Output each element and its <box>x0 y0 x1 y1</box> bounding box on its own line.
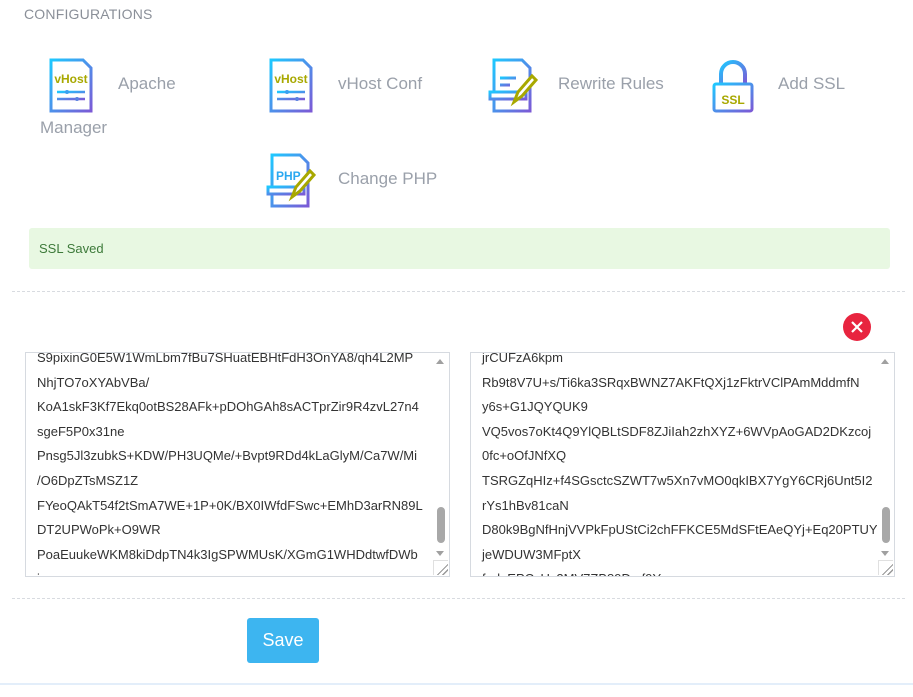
item-label: vHost Conf <box>338 74 423 93</box>
resize-handle[interactable] <box>878 560 893 575</box>
private-key-textarea[interactable]: jrCUFzA6kpm Rb9t8V7U+s/Ti6ka3SRqxBWNZ7AKF… <box>470 352 895 577</box>
text-line: FYeoQAkT54f2tSmA7WE+1P+0K/BX0IWfdFSwc+EM… <box>37 497 423 513</box>
save-button[interactable]: Save <box>247 618 319 663</box>
success-alert: SSL Saved <box>29 228 890 269</box>
vhost-file-icon: vHost <box>49 58 93 113</box>
footer-border <box>0 683 913 685</box>
padlock-icon: SSL <box>712 60 754 113</box>
document-edit-icon <box>488 58 538 113</box>
text-line: /O6DpZTsMSZ1Z <box>37 472 139 488</box>
item-label: Change PHP <box>338 169 438 188</box>
svg-text:SSL: SSL <box>721 93 744 107</box>
text-line: DT2UPWoPk+O9WR <box>37 522 161 538</box>
text-line: fgdpEPCvUv2MV7ZB89Dmf9Y= <box>482 567 872 576</box>
close-button[interactable] <box>843 313 871 341</box>
text-line: rYs1hBv81caN <box>482 497 569 513</box>
text-line: PoaEuukeWKM8kiDdpTN4k3IgSPWMUsK/XGmG1WHD… <box>37 546 418 562</box>
item-label: Apache <box>118 74 176 93</box>
item-label: Add SSL <box>778 74 846 93</box>
item-label: Manager <box>40 118 108 137</box>
text-line: Rb9t8V7U+s/Ti6ka3SRqxBWNZ7AKFtQXj1zFktrV… <box>482 374 860 390</box>
text-line: y6s+G1JQYQUK9 <box>482 399 588 415</box>
php-file-edit-icon: PHP <box>266 153 316 208</box>
text-line: TSRGZqHIz+f4SGsctcSZWT7w5Xn7vMO0qkIBX7Yg… <box>482 472 873 488</box>
divider <box>12 598 905 599</box>
scrollbar[interactable] <box>877 353 894 576</box>
svg-text:PHP: PHP <box>276 169 301 183</box>
text-line: 0fc+oOfJNfXQ <box>482 448 567 464</box>
text-line: Pnsg5Jl3zubkS+KDW/PH3UQMe/+Bvpt9RDd4kLaG… <box>37 448 418 464</box>
resize-handle[interactable] <box>433 560 448 575</box>
vhost-file-icon: vHost <box>269 58 313 113</box>
text-line: NhjTO7oXYAbVBa/ <box>37 374 150 390</box>
scrollbar[interactable] <box>432 353 449 576</box>
text-line: S9pixinG0E5W1WmLbm7fBu7SHuatEBHtFdH3OnYA… <box>37 352 414 365</box>
svg-text:vHost: vHost <box>54 72 87 86</box>
item-label: Rewrite Rules <box>558 74 664 93</box>
divider <box>12 291 905 292</box>
section-title: CONFIGURATIONS <box>24 6 153 22</box>
text-line: jeWDUW3MFptX <box>482 546 581 562</box>
text-line: D80k9BgNfHnjVVPkFpUStCi2chFFKCE5MdSFtEAe… <box>482 522 878 538</box>
text-line: jrCUFzA6kpm <box>482 352 563 365</box>
text-line: VQ5vos7oKt4Q9YlQBLtSDF8ZJiIah2zhXYZ+6WVp… <box>482 423 872 439</box>
certificate-textarea[interactable]: S9pixinG0E5W1WmLbm7fBu7SHuatEBHtFdH3OnYA… <box>25 352 450 577</box>
close-icon <box>851 321 863 333</box>
text-line: j <box>37 567 427 576</box>
text-line: sgeF5P0x31ne <box>37 423 125 439</box>
svg-text:vHost: vHost <box>274 72 307 86</box>
text-line: KoA1skF3Kf7Ekq0otBS28AFk+pDOhGAh8sACTprZ… <box>37 399 419 415</box>
